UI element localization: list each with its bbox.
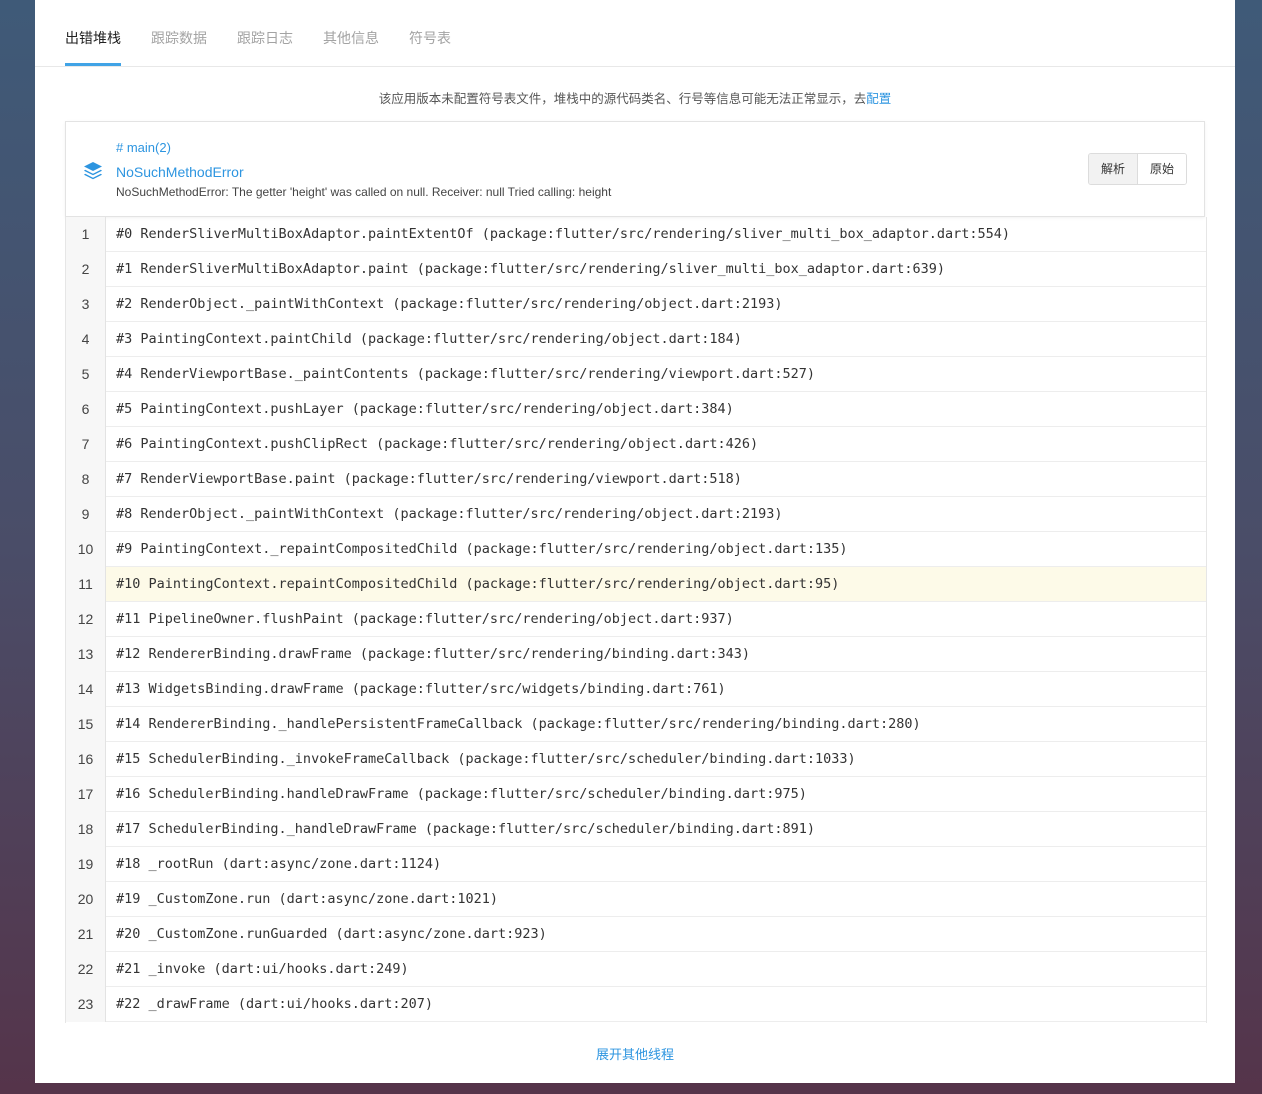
frame-text: #17 SchedulerBinding._handleDrawFrame (p… [106,812,1206,847]
stack-frame-row[interactable]: 10 #9 PaintingContext._repaintCompositedC… [66,532,1206,567]
frame-text: #8 RenderObject._paintWithContext (packa… [106,497,1206,532]
view-mode-toggle: 解析 原始 [1088,153,1187,185]
stack-frame-row[interactable]: 1 #0 RenderSliverMultiBoxAdaptor.paintExt… [66,217,1206,252]
frame-line-number: 11 [66,567,106,602]
frame-line-number: 12 [66,602,106,637]
frame-line-number: 8 [66,462,106,497]
error-message: NoSuchMethodError: The getter 'height' w… [116,185,612,199]
symbol-notice-text: 该应用版本未配置符号表文件，堆栈中的源代码类名、行号等信息可能无法正常显示，去 [378,92,867,106]
stack-frame-row[interactable]: 13 #12 RendererBinding.drawFrame (package… [66,637,1206,672]
frame-line-number: 14 [66,672,106,707]
frame-line-number: 20 [66,882,106,917]
frame-line-number: 22 [66,952,106,987]
stack-frame-row[interactable]: 3 #2 RenderObject._paintWithContext (pack… [66,287,1206,322]
crash-detail-panel: 出错堆栈 跟踪数据 跟踪日志 其他信息 符号表 该应用版本未配置符号表文件，堆栈… [35,0,1235,1083]
frame-line-number: 9 [66,497,106,532]
frame-text: #18 _rootRun (dart:async/zone.dart:1124) [106,847,1206,882]
stack-frame-row[interactable]: 4 #3 PaintingContext.paintChild (package:… [66,322,1206,357]
raw-view-button[interactable]: 原始 [1138,154,1186,184]
tab-trace-log[interactable]: 跟踪日志 [237,28,293,48]
stack-frame-row[interactable]: 7 #6 PaintingContext.pushClipRect (packag… [66,427,1206,462]
frame-text: #11 PipelineOwner.flushPaint (package:fl… [106,602,1206,637]
frame-line-number: 16 [66,742,106,777]
frame-line-number: 7 [66,427,106,462]
frame-text: #0 RenderSliverMultiBoxAdaptor.paintExte… [106,217,1206,252]
frame-line-number: 1 [66,217,106,252]
parsed-view-button[interactable]: 解析 [1089,154,1138,184]
stack-frame-row[interactable]: 18 #17 SchedulerBinding._handleDrawFrame … [66,812,1206,847]
frame-text: #16 SchedulerBinding.handleDrawFrame (pa… [106,777,1206,812]
error-type: NoSuchMethodError [116,164,244,180]
stack-frame-row[interactable]: 23 #22 _drawFrame (dart:ui/hooks.dart:207… [66,987,1206,1022]
frame-text: #5 PaintingContext.pushLayer (package:fl… [106,392,1206,427]
stack-frame-row[interactable]: 15 #14 RendererBinding._handlePersistentF… [66,707,1206,742]
frame-text: #2 RenderObject._paintWithContext (packa… [106,287,1206,322]
configure-link[interactable]: 配置 [866,92,891,106]
stack-frame-row[interactable]: 19 #18 _rootRun (dart:async/zone.dart:112… [66,847,1206,882]
stack-frame-row[interactable]: 9 #8 RenderObject._paintWithContext (pack… [66,497,1206,532]
frame-line-number: 23 [66,987,106,1022]
stack-frame-row[interactable]: 20 #19 _CustomZone.run (dart:async/zone.d… [66,882,1206,917]
stack-frame-row[interactable]: 21 #20 _CustomZone.runGuarded (dart:async… [66,917,1206,952]
thread-header-card: # main(2) NoSuchMethodError NoSuchMethod… [65,121,1205,217]
frame-line-number: 2 [66,252,106,287]
frame-line-number: 10 [66,532,106,567]
tab-error-stack[interactable]: 出错堆栈 [65,28,121,48]
frame-line-number: 19 [66,847,106,882]
frame-text: #4 RenderViewportBase._paintContents (pa… [106,357,1206,392]
active-tab-indicator [65,63,121,66]
tab-symbol-table[interactable]: 符号表 [409,28,451,48]
frame-line-number: 5 [66,357,106,392]
frame-line-number: 3 [66,287,106,322]
frame-text: #14 RendererBinding._handlePersistentFra… [106,707,1206,742]
frame-line-number: 21 [66,917,106,952]
frame-text: #19 _CustomZone.run (dart:async/zone.dar… [106,882,1206,917]
expand-other-threads-link[interactable]: 展开其他线程 [35,1044,1235,1063]
frame-line-number: 17 [66,777,106,812]
stack-frame-row[interactable]: 2 #1 RenderSliverMultiBoxAdaptor.paint (p… [66,252,1206,287]
tab-trace-data[interactable]: 跟踪数据 [151,28,207,48]
frame-text: #22 _drawFrame (dart:ui/hooks.dart:207) [106,987,1206,1022]
stack-frame-row[interactable]: 17 #16 SchedulerBinding.handleDrawFrame (… [66,777,1206,812]
tab-other-info[interactable]: 其他信息 [323,28,379,48]
frame-text: #21 _invoke (dart:ui/hooks.dart:249) [106,952,1206,987]
frame-line-number: 6 [66,392,106,427]
tab-bar: 出错堆栈 跟踪数据 跟踪日志 其他信息 符号表 [35,0,1235,67]
frame-text: #3 PaintingContext.paintChild (package:f… [106,322,1206,357]
frame-text: #9 PaintingContext._repaintCompositedChi… [106,532,1206,567]
frame-text: #20 _CustomZone.runGuarded (dart:async/z… [106,917,1206,952]
stack-frame-list: 1 #0 RenderSliverMultiBoxAdaptor.paintExt… [65,217,1207,1023]
frame-text: #1 RenderSliverMultiBoxAdaptor.paint (pa… [106,252,1206,287]
stack-frame-row[interactable]: 22 #21 _invoke (dart:ui/hooks.dart:249) [66,952,1206,987]
thread-name: # main(2) [116,140,171,155]
frame-text: #6 PaintingContext.pushClipRect (package… [106,427,1206,462]
stack-frame-row[interactable]: 14 #13 WidgetsBinding.drawFrame (package:… [66,672,1206,707]
frame-text: #10 PaintingContext.repaintCompositedChi… [106,567,1206,602]
frame-line-number: 4 [66,322,106,357]
stack-frame-row[interactable]: 12 #11 PipelineOwner.flushPaint (package:… [66,602,1206,637]
frame-line-number: 18 [66,812,106,847]
frame-text: #13 WidgetsBinding.drawFrame (package:fl… [106,672,1206,707]
frame-text: #15 SchedulerBinding._invokeFrameCallbac… [106,742,1206,777]
symbol-notice: 该应用版本未配置符号表文件，堆栈中的源代码类名、行号等信息可能无法正常显示，去配… [35,88,1235,107]
stack-frame-row[interactable]: 5 #4 RenderViewportBase._paintContents (p… [66,357,1206,392]
frame-text: #12 RendererBinding.drawFrame (package:f… [106,637,1206,672]
stack-frame-row[interactable]: 8 #7 RenderViewportBase.paint (package:fl… [66,462,1206,497]
frame-line-number: 13 [66,637,106,672]
frame-line-number: 15 [66,707,106,742]
layers-icon [84,162,102,180]
frame-text: #7 RenderViewportBase.paint (package:flu… [106,462,1206,497]
stack-frame-row[interactable]: 6 #5 PaintingContext.pushLayer (package:f… [66,392,1206,427]
stack-frame-row[interactable]: 11 #10 PaintingContext.repaintCompositedC… [66,567,1206,602]
stack-frame-row[interactable]: 16 #15 SchedulerBinding._invokeFrameCallb… [66,742,1206,777]
